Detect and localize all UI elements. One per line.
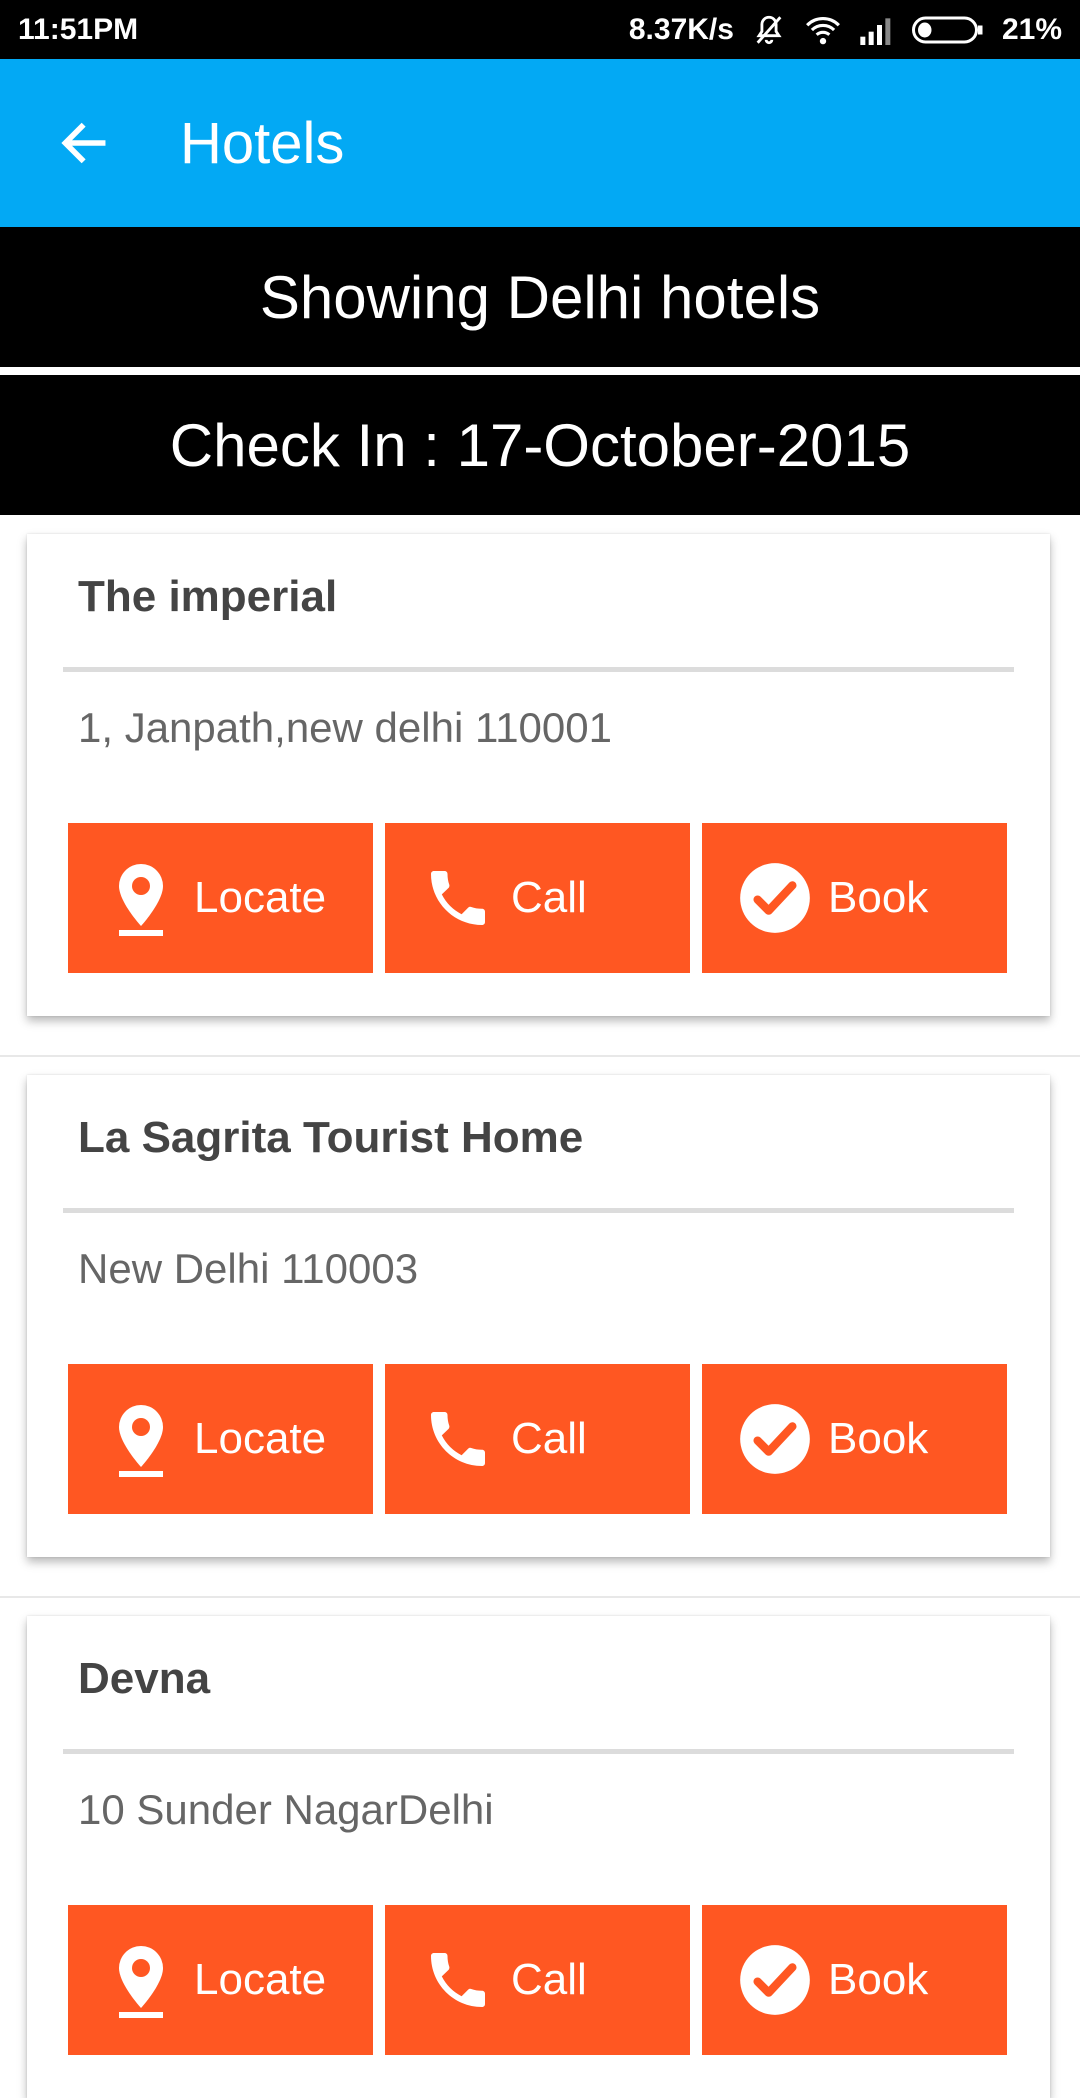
phone-icon bbox=[413, 1403, 503, 1475]
status-bar: 11:51PM 8.37K/s 21% bbox=[0, 0, 1080, 59]
back-button[interactable] bbox=[44, 103, 124, 183]
app-bar: Hotels bbox=[0, 59, 1080, 227]
location-pin-icon bbox=[96, 1942, 186, 2018]
wifi-icon bbox=[804, 14, 842, 46]
hotel-card: The imperial 1, Janpath,new delhi 110001… bbox=[27, 534, 1050, 1016]
book-button[interactable]: Book bbox=[702, 1905, 1007, 2055]
location-pin-icon bbox=[96, 1401, 186, 1477]
hotel-name: La Sagrita Tourist Home bbox=[78, 1113, 584, 1162]
phone-icon bbox=[413, 862, 503, 934]
hotel-card: Devna 10 Sunder NagarDelhi Locate Call B… bbox=[27, 1616, 1050, 2098]
locate-button[interactable]: Locate bbox=[68, 1905, 373, 2055]
card-divider bbox=[63, 1749, 1014, 1754]
list-divider bbox=[0, 1596, 1080, 1598]
battery-level: 21% bbox=[1001, 12, 1062, 46]
status-time: 11:51PM bbox=[18, 12, 139, 46]
action-row: Locate Call Book bbox=[68, 823, 1007, 973]
action-row: Locate Call Book bbox=[68, 1364, 1007, 1514]
page-title: Hotels bbox=[180, 110, 345, 176]
call-label: Call bbox=[511, 1955, 587, 2004]
hotel-name: Devna bbox=[78, 1654, 211, 1703]
mute-icon bbox=[752, 13, 786, 47]
hotel-name: The imperial bbox=[78, 572, 338, 621]
call-button[interactable]: Call bbox=[385, 1905, 690, 2055]
network-speed: 8.37K/s bbox=[628, 12, 734, 46]
arrow-left-icon bbox=[61, 122, 106, 164]
call-button[interactable]: Call bbox=[385, 823, 690, 973]
locate-button[interactable]: Locate bbox=[68, 1364, 373, 1514]
signal-icon bbox=[860, 15, 894, 45]
location-pin-icon bbox=[96, 860, 186, 936]
hotel-address: New Delhi 110003 bbox=[78, 1245, 419, 1292]
locate-label: Locate bbox=[194, 1414, 327, 1463]
book-button[interactable]: Book bbox=[702, 1364, 1007, 1514]
book-label: Book bbox=[828, 1414, 929, 1463]
hotel-address: 1, Janpath,new delhi 110001 bbox=[78, 704, 612, 751]
status-icons: 8.37K/s 21% bbox=[629, 13, 1062, 47]
action-row: Locate Call Book bbox=[68, 1905, 1007, 2055]
check-circle-icon bbox=[730, 1942, 820, 2018]
city-banner: Showing Delhi hotels bbox=[0, 227, 1080, 367]
phone-icon bbox=[413, 1944, 503, 2016]
hotel-card: La Sagrita Tourist Home New Delhi 110003… bbox=[27, 1075, 1050, 1557]
checkin-banner: Check In : 17-October-2015 bbox=[0, 375, 1080, 515]
list-divider bbox=[0, 1055, 1080, 1057]
call-label: Call bbox=[511, 873, 587, 922]
book-label: Book bbox=[828, 1955, 929, 2004]
card-divider bbox=[63, 1208, 1014, 1213]
call-button[interactable]: Call bbox=[385, 1364, 690, 1514]
book-button[interactable]: Book bbox=[702, 823, 1007, 973]
call-label: Call bbox=[511, 1414, 587, 1463]
hotel-address: 10 Sunder NagarDelhi bbox=[78, 1786, 494, 1833]
locate-label: Locate bbox=[194, 1955, 327, 2004]
book-label: Book bbox=[828, 873, 929, 922]
check-circle-icon bbox=[730, 860, 820, 936]
battery-icon bbox=[911, 14, 984, 46]
card-divider bbox=[63, 667, 1014, 672]
locate-button[interactable]: Locate bbox=[68, 823, 373, 973]
locate-label: Locate bbox=[194, 873, 327, 922]
check-circle-icon bbox=[730, 1401, 820, 1477]
